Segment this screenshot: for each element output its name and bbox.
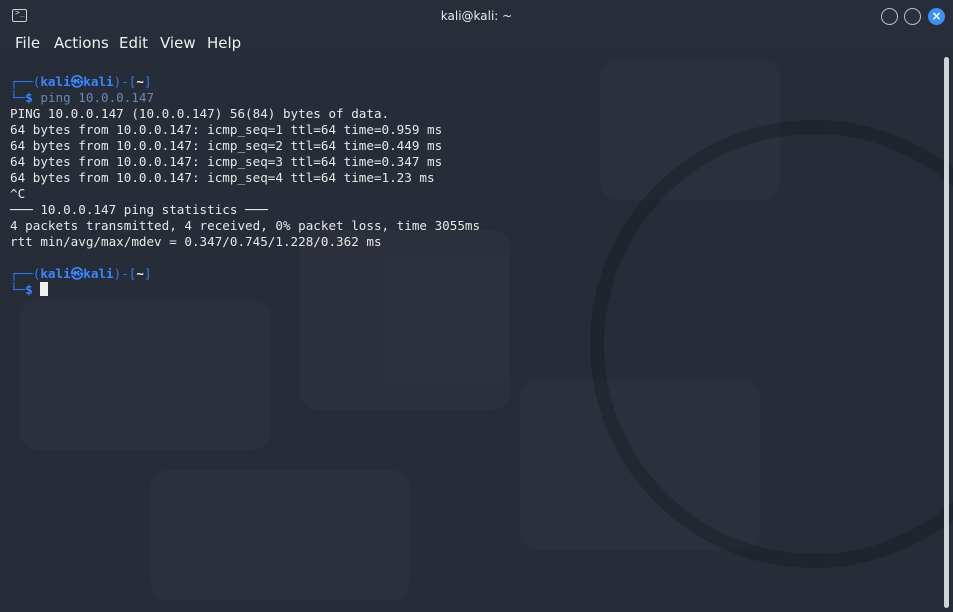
prompt-directory: ~ — [136, 266, 144, 281]
terminal-window: >_ kali@kali: ~ × File Actions Edit View… — [0, 0, 953, 612]
menu-edit[interactable]: Edit — [119, 34, 148, 52]
menu-help[interactable]: Help — [207, 34, 241, 52]
output-line: rtt min/avg/max/mdev = 0.347/0.745/1.228… — [10, 234, 382, 249]
output-line: 4 packets transmitted, 4 received, 0% pa… — [10, 218, 481, 233]
window-title: kali@kali: ~ — [440, 9, 513, 23]
prompt-host: kali — [83, 266, 114, 281]
prompt-user: kali — [40, 74, 71, 89]
prompt-at-symbol: ㉿ — [70, 266, 84, 281]
menu-actions[interactable]: Actions — [54, 34, 109, 52]
output-line: 64 bytes from 10.0.0.147: icmp_seq=1 ttl… — [10, 122, 443, 137]
prompt-bracket-close: ] — [143, 74, 152, 89]
prompt-bracket-close: ] — [143, 266, 152, 281]
menu-view[interactable]: View — [160, 34, 196, 52]
close-button[interactable]: × — [928, 8, 945, 25]
prompt-corner-bottom: └─ — [10, 90, 26, 105]
prompt-line-bottom: └─$ ping 10.0.0.147 — [10, 90, 154, 106]
menu-bar: File Actions Edit View Help — [0, 33, 953, 55]
prompt-separator: )-[ — [113, 74, 137, 89]
prompt-directory: ~ — [136, 74, 144, 89]
prompt-separator: )-[ — [113, 266, 137, 281]
prompt-corner-top: ┌──( — [10, 74, 41, 89]
output-line: PING 10.0.0.147 (10.0.0.147) 56(84) byte… — [10, 106, 390, 121]
prompt-dollar: $ — [25, 90, 33, 105]
output-line: 64 bytes from 10.0.0.147: icmp_seq=3 ttl… — [10, 154, 443, 169]
maximize-button[interactable] — [904, 8, 921, 25]
terminal-output-area[interactable]: ┌──(kali㉿kali)-[~] └─$ ping 10.0.0.147 P… — [10, 74, 935, 604]
output-line: 64 bytes from 10.0.0.147: icmp_seq=2 ttl… — [10, 138, 443, 153]
prompt-corner-top: ┌──( — [10, 266, 41, 281]
command-text: ping 10.0.0.147 — [40, 90, 155, 105]
text-cursor — [40, 282, 49, 296]
menu-file[interactable]: File — [15, 34, 40, 52]
prompt-host: kali — [83, 74, 114, 89]
title-bar[interactable]: >_ kali@kali: ~ × — [0, 0, 953, 33]
prompt-at-symbol: ㉿ — [70, 74, 84, 89]
output-line: 64 bytes from 10.0.0.147: icmp_seq=4 ttl… — [10, 170, 435, 185]
prompt-line-top: ┌──(kali㉿kali)-[~] — [10, 74, 152, 90]
prompt-corner-bottom: └─ — [10, 282, 26, 297]
prompt-line-top: ┌──(kali㉿kali)-[~] — [10, 266, 152, 282]
prompt-line-bottom: └─$ — [10, 282, 49, 298]
scrollbar-thumb[interactable] — [944, 57, 949, 608]
output-line: ^C — [10, 186, 26, 201]
prompt-user: kali — [40, 266, 71, 281]
prompt-dollar: $ — [25, 282, 33, 297]
minimize-button[interactable] — [881, 8, 898, 25]
output-line: ─── 10.0.0.147 ping statistics ─── — [10, 202, 268, 217]
